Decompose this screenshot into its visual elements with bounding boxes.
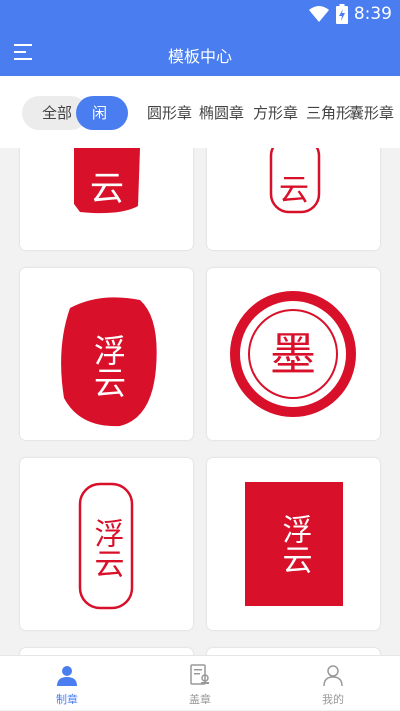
template-card[interactable]: 浮云 <box>207 458 380 630</box>
seal-text: 云 <box>279 173 309 208</box>
tab-ellipse[interactable]: 椭圆章 <box>199 96 244 130</box>
wifi-icon <box>308 6 329 22</box>
template-grid: 云 云 浮云 墨 浮云 浮云 <box>0 148 400 655</box>
status-time: 8:39 <box>353 4 392 24</box>
document-stamp-icon <box>190 664 209 685</box>
template-card[interactable] <box>20 648 193 655</box>
nav-label: 我的 <box>322 693 344 706</box>
seal-image: 浮云 <box>245 482 343 606</box>
user-outline-icon <box>323 665 343 687</box>
seal-text: 墨 <box>270 327 316 381</box>
template-card[interactable]: 浮云 <box>20 458 193 630</box>
battery-charging-icon <box>335 4 348 24</box>
nav-label: 制章 <box>56 693 78 706</box>
app-bar: 模板中心 <box>0 30 400 76</box>
nav-label: 盖章 <box>189 693 211 706</box>
seal-image: 墨 <box>230 291 356 417</box>
seal-text: 浮云 <box>89 334 127 398</box>
template-card[interactable]: 云 <box>207 148 380 250</box>
seal-text: 浮云 <box>89 518 124 578</box>
category-tabs: 全部 闲 圆形章 椭圆章 方形章 三角形 囊形章 <box>0 76 400 148</box>
tab-triangle[interactable]: 三角形 <box>306 96 351 130</box>
seal-text: 云 <box>90 169 124 209</box>
tab-circle[interactable]: 圆形章 <box>147 96 192 130</box>
status-bar: 8:39 <box>0 0 400 30</box>
seal-text: 浮云 <box>277 514 312 574</box>
seal-image: 浮云 <box>61 297 157 427</box>
template-card[interactable]: 浮云 <box>20 268 193 440</box>
user-filled-icon <box>57 666 77 686</box>
nav-profile[interactable]: 我的 <box>288 656 378 711</box>
nav-make-seal[interactable]: 制章 <box>22 656 112 711</box>
tab-capsule[interactable]: 囊形章 <box>349 96 394 130</box>
page-title: 模板中心 <box>167 47 232 66</box>
bottom-nav: 制章 盖章 我的 <box>0 655 400 710</box>
template-card[interactable]: 云 <box>20 148 193 250</box>
seal-image: 浮云 <box>78 482 134 610</box>
template-card[interactable]: 墨 <box>207 268 380 440</box>
tab-leisure[interactable]: 闲 <box>76 96 128 130</box>
nav-stamp[interactable]: 盖章 <box>155 656 245 711</box>
seal-image: 云 <box>74 148 140 214</box>
seal-image: 云 <box>269 148 321 214</box>
status-icons: 8:39 <box>308 4 392 24</box>
template-card[interactable] <box>207 648 380 655</box>
tab-square[interactable]: 方形章 <box>253 96 298 130</box>
